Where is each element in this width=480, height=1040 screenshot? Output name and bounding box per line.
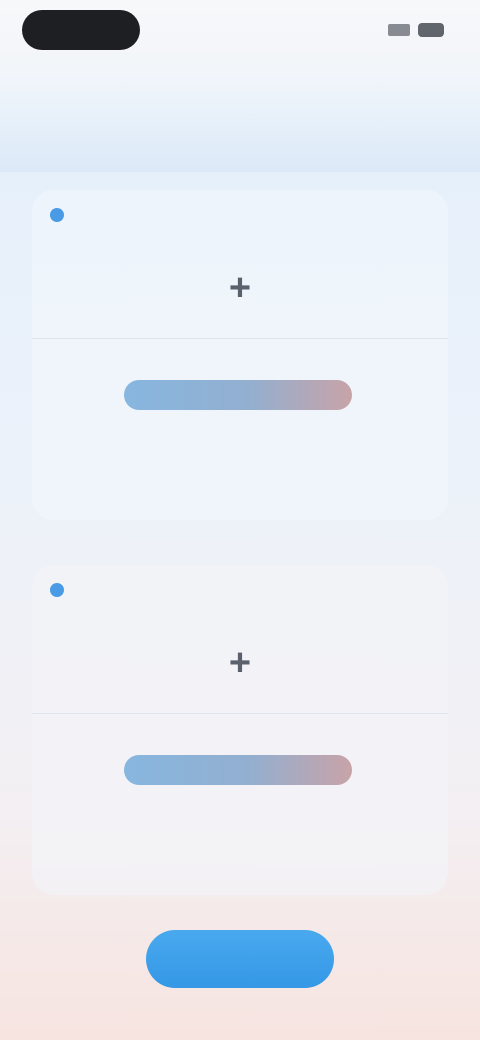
status-icons [388, 22, 444, 38]
status-time [22, 10, 140, 50]
add-image-area[interactable]: + [32, 613, 448, 714]
card-header [50, 208, 78, 222]
header-band [0, 72, 480, 172]
upload-card-2: + [32, 565, 448, 895]
status-bar [0, 0, 480, 72]
battery-icon [418, 23, 444, 37]
plus-icon[interactable]: + [229, 644, 251, 682]
card-action-button[interactable] [124, 380, 352, 410]
submit-button[interactable] [146, 930, 334, 988]
upload-card-1: + [32, 190, 448, 520]
card-header [50, 583, 78, 597]
card-dot-icon [50, 583, 64, 597]
add-image-area[interactable]: + [32, 238, 448, 339]
plus-icon[interactable]: + [229, 269, 251, 307]
card-action-button[interactable] [124, 755, 352, 785]
signal-icon [388, 24, 410, 36]
card-dot-icon [50, 208, 64, 222]
